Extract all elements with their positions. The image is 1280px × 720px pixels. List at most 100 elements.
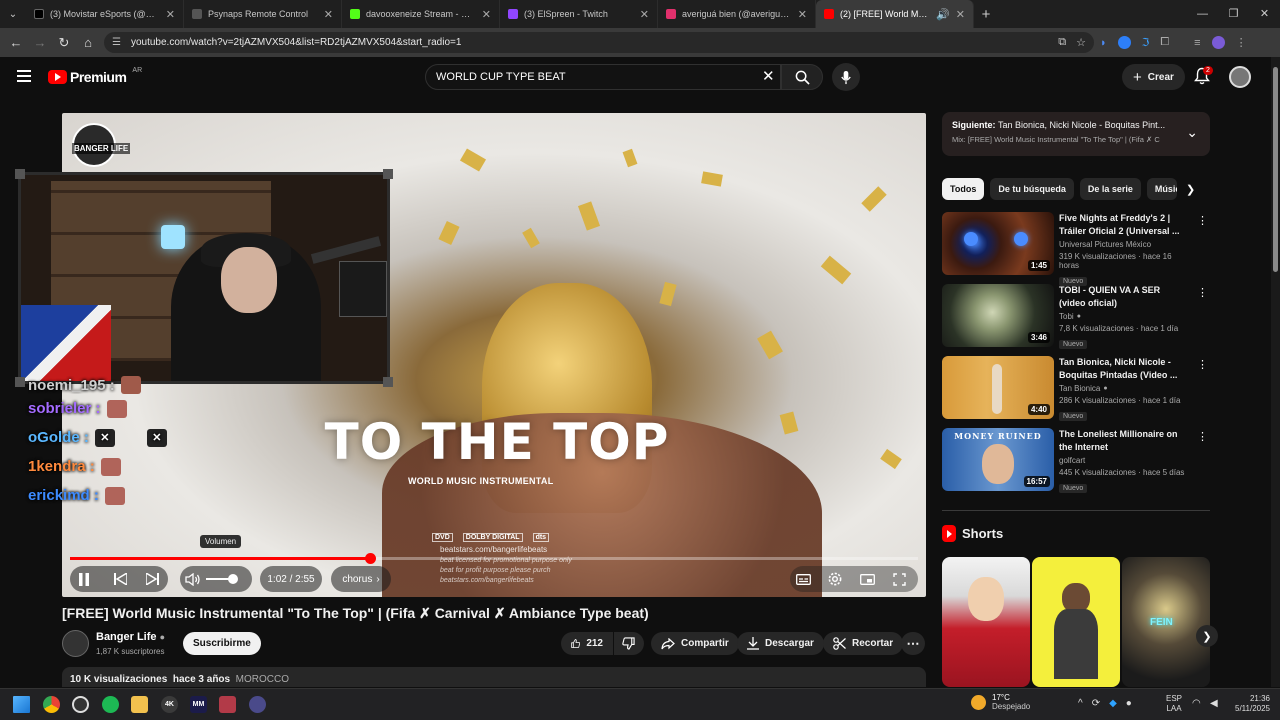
video-thumbnail[interactable]: 3:46: [942, 284, 1054, 347]
channel-avatar[interactable]: [62, 630, 89, 657]
extensions-puzzle-icon[interactable]: ⧠: [1160, 36, 1169, 49]
settings-gear-icon[interactable]: [826, 571, 844, 587]
tab-close-icon[interactable]: ✕: [798, 8, 807, 21]
app-icon[interactable]: [249, 696, 266, 713]
chip-todos[interactable]: Todos: [942, 178, 985, 200]
download-button[interactable]: Descargar: [737, 632, 824, 655]
voice-search-button[interactable]: [832, 63, 860, 91]
page-scrollbar[interactable]: [1271, 57, 1280, 687]
miniplayer-icon[interactable]: [858, 571, 876, 587]
browser-tab-active[interactable]: (2) [FREE] World Music Instr🔊✕: [816, 0, 974, 28]
clip-button[interactable]: Recortar: [823, 632, 904, 655]
search-button[interactable]: [781, 64, 823, 90]
back-icon[interactable]: ←: [4, 35, 28, 50]
address-bar[interactable]: ☰ youtube.com/watch?v=2tjAZMVX504&list=R…: [104, 32, 1094, 53]
system-clock[interactable]: 21:36 5/11/2025: [1228, 694, 1270, 714]
next-icon[interactable]: [143, 571, 161, 587]
subscribe-button[interactable]: Suscribirme: [183, 632, 261, 655]
wifi-icon[interactable]: ◠: [1192, 698, 1201, 709]
menu-icon[interactable]: [17, 70, 31, 82]
progress-bar[interactable]: [70, 553, 918, 564]
microphone-icon[interactable]: ●: [1126, 698, 1132, 709]
tab-close-icon[interactable]: ✕: [956, 8, 965, 21]
bookmark-star-icon[interactable]: ☆: [1076, 36, 1086, 49]
sync-icon[interactable]: ⟳: [1092, 698, 1100, 709]
video-thumbnail[interactable]: 1:45: [942, 212, 1054, 275]
channel-name[interactable]: Banger Life ●: [96, 631, 165, 643]
browser-tab[interactable]: Psynaps Remote Control ✕: [184, 0, 342, 28]
language-indicator[interactable]: ESP LAA: [1166, 694, 1182, 714]
chip-music[interactable]: Música: [1146, 178, 1177, 200]
video-thumbnail[interactable]: 4:40: [942, 356, 1054, 419]
tab-close-icon[interactable]: ✕: [640, 8, 649, 21]
extension-icon[interactable]: [1117, 36, 1131, 49]
browser-tab[interactable]: (3) ElSpreen - Twitch ✕: [500, 0, 658, 28]
chip-series[interactable]: De la serie: [1079, 178, 1141, 200]
recommended-video[interactable]: 4:40 Tan Bionica, Nicki Nicole - Boquita…: [942, 356, 1210, 421]
description-box[interactable]: 10 K visualizaciones hace 3 años MOROCCO: [62, 667, 926, 687]
playlist-next-card[interactable]: Siguiente: Tan Bionica, Nicki Nicole - B…: [942, 112, 1210, 156]
tray-app-icon[interactable]: ◆: [1109, 698, 1117, 709]
file-explorer-icon[interactable]: [131, 696, 148, 713]
app-icon[interactable]: [219, 696, 236, 713]
reading-list-icon[interactable]: ≡: [1194, 37, 1200, 49]
minimize-icon[interactable]: —: [1187, 0, 1218, 28]
recommended-video[interactable]: MONEY RUINED 16:57 The Loneliest Million…: [942, 428, 1210, 493]
home-icon[interactable]: ⌂: [76, 35, 100, 50]
chevron-down-icon[interactable]: ⌄: [1186, 124, 1198, 141]
close-window-icon[interactable]: ✕: [1249, 0, 1280, 28]
chip-search[interactable]: De tu búsqueda: [990, 178, 1074, 200]
windows-start-icon[interactable]: [13, 696, 30, 713]
browser-menu-icon[interactable]: ⋮: [1236, 36, 1247, 49]
account-avatar[interactable]: [1229, 66, 1251, 88]
more-actions-button[interactable]: ⋯: [901, 632, 925, 655]
forward-icon[interactable]: →: [28, 35, 52, 50]
search-input[interactable]: WORLD CUP TYPE BEAT: [425, 64, 781, 90]
extension-icon[interactable]: ◗: [1100, 37, 1107, 49]
app-icon[interactable]: MM: [190, 696, 207, 713]
browser-tab[interactable]: averiguá bien (@averigua.bien)✕: [658, 0, 816, 28]
tab-close-icon[interactable]: ✕: [166, 8, 175, 21]
shorts-next-button[interactable]: ❯: [1196, 625, 1218, 647]
short-thumbnail[interactable]: FEIN: [1122, 557, 1210, 687]
tab-close-icon[interactable]: ✕: [324, 8, 333, 21]
tab-search-icon[interactable]: ⌄: [0, 0, 26, 28]
browser-tab[interactable]: (3) Movistar eSports (@Movista✕: [26, 0, 184, 28]
pause-icon[interactable]: [75, 571, 93, 587]
previous-icon[interactable]: [111, 571, 129, 587]
fullscreen-icon[interactable]: [890, 571, 908, 587]
dislike-button[interactable]: [614, 632, 644, 655]
clear-search-icon[interactable]: ✕: [762, 67, 775, 85]
browser-tab[interactable]: davooxeneize Stream - Watch L✕: [342, 0, 500, 28]
new-tab-button[interactable]: +: [974, 6, 998, 23]
video-thumbnail[interactable]: MONEY RUINED 16:57: [942, 428, 1054, 491]
profile-icon[interactable]: [1211, 36, 1225, 49]
chapter-button[interactable]: chorus ›: [331, 566, 391, 592]
progress-scrubber[interactable]: [365, 553, 377, 564]
maximize-icon[interactable]: ❐: [1218, 0, 1249, 28]
more-options-icon[interactable]: ⋮: [1197, 286, 1208, 299]
extension-icon[interactable]: ℑ: [1142, 36, 1150, 49]
volume-icon[interactable]: [184, 571, 202, 587]
tab-close-icon[interactable]: ✕: [482, 8, 491, 21]
create-button[interactable]: + Crear: [1122, 64, 1185, 90]
more-options-icon[interactable]: ⋮: [1197, 358, 1208, 371]
short-thumbnail[interactable]: [1032, 557, 1120, 687]
recommended-video[interactable]: 3:46 TOBI - QUIEN VA A SER (video oficia…: [942, 284, 1210, 349]
more-options-icon[interactable]: ⋮: [1197, 430, 1208, 443]
share-button[interactable]: Compartir: [651, 632, 739, 655]
more-options-icon[interactable]: ⋮: [1197, 214, 1208, 227]
spotify-icon[interactable]: [102, 696, 119, 713]
reload-icon[interactable]: ↻: [52, 35, 76, 51]
cast-icon[interactable]: ⧉: [1058, 36, 1066, 49]
recommended-video[interactable]: 1:45 Five Nights at Freddy's 2 | Tráiler…: [942, 212, 1210, 286]
subtitles-icon[interactable]: [794, 571, 812, 587]
tray-chevron-icon[interactable]: ^: [1078, 698, 1083, 709]
like-button[interactable]: 212: [561, 632, 613, 655]
tab-audio-icon[interactable]: 🔊: [936, 8, 950, 21]
short-thumbnail[interactable]: [942, 557, 1030, 687]
weather-widget[interactable]: 17°C Despejado: [971, 693, 1030, 711]
chevron-right-icon[interactable]: ❯: [1186, 183, 1195, 196]
chrome-icon[interactable]: [43, 696, 60, 713]
site-info-icon[interactable]: ☰: [112, 37, 121, 48]
